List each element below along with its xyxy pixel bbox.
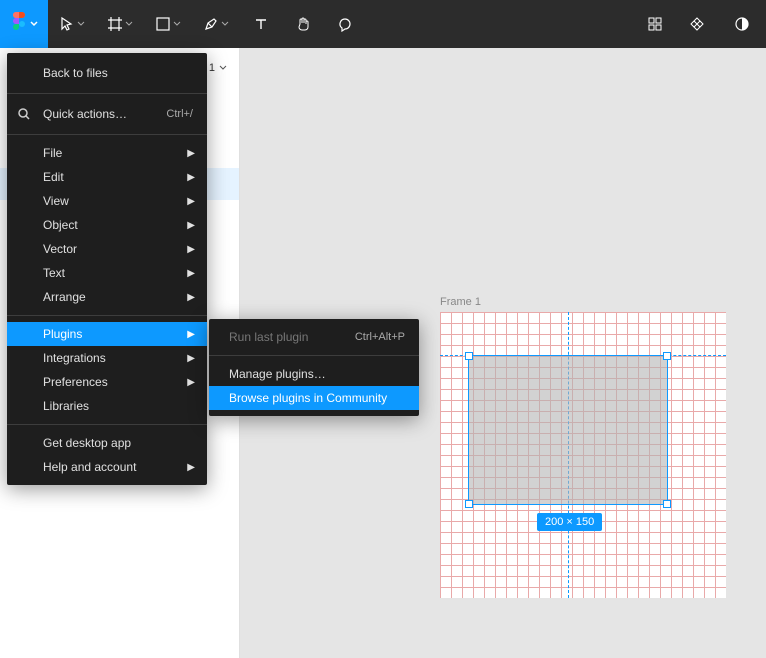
- pen-icon: [203, 16, 219, 32]
- frame-label[interactable]: Frame 1: [440, 296, 481, 308]
- hand-tool-button[interactable]: [282, 0, 324, 48]
- menu-preferences[interactable]: Preferences▶: [7, 370, 207, 394]
- chevron-down-icon: [173, 21, 181, 27]
- menu-separator: [7, 424, 207, 425]
- hand-icon: [295, 16, 311, 32]
- chevron-right-icon: ▶: [187, 196, 195, 207]
- menu-get-desktop[interactable]: Get desktop app: [7, 431, 207, 455]
- component-icon: [647, 16, 663, 32]
- resize-handle-bl[interactable]: [465, 500, 473, 508]
- main-menu-button[interactable]: [0, 0, 48, 48]
- menu-separator: [7, 134, 207, 135]
- menu-vector[interactable]: Vector▶: [7, 237, 207, 261]
- menu-object[interactable]: Object▶: [7, 213, 207, 237]
- chevron-right-icon: ▶: [187, 244, 195, 255]
- submenu-manage-plugins[interactable]: Manage plugins…: [209, 362, 419, 386]
- menu-separator: [7, 315, 207, 316]
- diamond-grid-icon: [689, 16, 705, 32]
- chevron-down-icon: [221, 21, 229, 27]
- figma-logo-icon: [10, 12, 28, 36]
- move-tool-button[interactable]: [48, 0, 96, 48]
- submenu-run-last-plugin: Run last plugin Ctrl+Alt+P: [209, 325, 419, 349]
- page-dropdown-label: 1: [209, 62, 215, 74]
- chevron-down-icon: [30, 21, 38, 27]
- selection-size-badge: 200 × 150: [537, 513, 602, 531]
- menu-arrange[interactable]: Arrange▶: [7, 285, 207, 309]
- search-icon: [17, 107, 31, 121]
- menu-file[interactable]: File▶: [7, 141, 207, 165]
- frame-tool-button[interactable]: [96, 0, 144, 48]
- chevron-right-icon: ▶: [187, 329, 195, 340]
- chevron-right-icon: ▶: [187, 148, 195, 159]
- resize-handle-tr[interactable]: [663, 352, 671, 360]
- chevron-down-icon: [77, 21, 85, 27]
- menu-quick-actions[interactable]: Quick actions… Ctrl+/: [7, 100, 207, 128]
- chevron-right-icon: ▶: [187, 292, 195, 303]
- theme-toggle-button[interactable]: [718, 0, 766, 48]
- top-toolbar: [0, 0, 766, 48]
- menu-plugins[interactable]: Plugins▶: [7, 322, 207, 346]
- chevron-down-icon: [125, 21, 133, 27]
- menu-view[interactable]: View▶: [7, 189, 207, 213]
- chevron-down-icon: [219, 65, 227, 71]
- comment-tool-button[interactable]: [324, 0, 366, 48]
- component-tool-button[interactable]: [634, 0, 676, 48]
- chevron-right-icon: ▶: [187, 220, 195, 231]
- cursor-icon: [59, 16, 75, 32]
- mask-tool-button[interactable]: [676, 0, 718, 48]
- resize-handle-tl[interactable]: [465, 352, 473, 360]
- pen-tool-button[interactable]: [192, 0, 240, 48]
- menu-edit[interactable]: Edit▶: [7, 165, 207, 189]
- text-icon: [253, 16, 269, 32]
- menu-libraries[interactable]: Libraries: [7, 394, 207, 418]
- frame-icon: [107, 16, 123, 32]
- chevron-right-icon: ▶: [187, 353, 195, 364]
- chevron-right-icon: ▶: [187, 172, 195, 183]
- half-circle-icon: [734, 16, 750, 32]
- selected-rectangle[interactable]: [468, 355, 668, 505]
- text-tool-button[interactable]: [240, 0, 282, 48]
- shape-tool-button[interactable]: [144, 0, 192, 48]
- chevron-right-icon: ▶: [187, 268, 195, 279]
- menu-separator: [209, 355, 419, 356]
- main-menu-dropdown: Back to files Quick actions… Ctrl+/ File…: [7, 53, 207, 485]
- submenu-browse-plugins[interactable]: Browse plugins in Community: [209, 386, 419, 410]
- plugins-submenu: Run last plugin Ctrl+Alt+P Manage plugin…: [209, 319, 419, 416]
- menu-separator: [7, 93, 207, 94]
- menu-integrations[interactable]: Integrations▶: [7, 346, 207, 370]
- comment-icon: [337, 16, 353, 32]
- menu-help-account[interactable]: Help and account▶: [7, 455, 207, 479]
- rectangle-icon: [155, 16, 171, 32]
- menu-back-to-files[interactable]: Back to files: [7, 59, 207, 87]
- resize-handle-br[interactable]: [663, 500, 671, 508]
- menu-text[interactable]: Text▶: [7, 261, 207, 285]
- chevron-right-icon: ▶: [187, 377, 195, 388]
- chevron-right-icon: ▶: [187, 462, 195, 473]
